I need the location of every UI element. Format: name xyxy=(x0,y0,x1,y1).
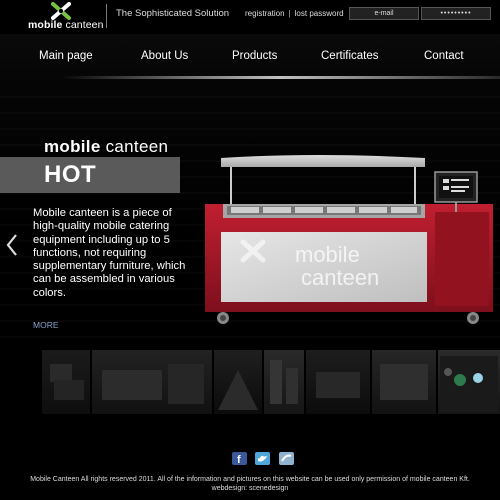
logo-mark-icon xyxy=(51,2,71,20)
thumbnail-3[interactable] xyxy=(214,350,262,414)
thumbnail-1-image xyxy=(50,364,84,400)
thumbnail-2-image xyxy=(102,364,204,404)
thumbnail-5[interactable] xyxy=(306,350,370,414)
facebook-glyph-icon: f xyxy=(237,454,241,466)
svg-text:f: f xyxy=(237,454,241,465)
tagline: The Sophisticated Solution xyxy=(116,8,230,19)
registration-link[interactable]: registration xyxy=(245,9,285,18)
panel-logo-line1: mobile xyxy=(295,242,360,267)
account-links: registration | lost password xyxy=(245,9,344,18)
main-nav: Main page About Us Products Certificates… xyxy=(0,34,500,82)
share-icon[interactable] xyxy=(279,452,294,465)
mobile-canteen-illustration: mobile canteen xyxy=(205,155,493,324)
footer: Mobile Canteen All rights reserved 2011.… xyxy=(0,475,500,493)
hot-badge: HOT xyxy=(44,161,97,188)
hero-description: Mobile canteen is a piece of high-qualit… xyxy=(33,207,186,299)
thumbnail-2[interactable] xyxy=(92,350,212,414)
thumbnail-strip xyxy=(0,347,500,417)
footer-credits: webdesign: scenedesign xyxy=(211,485,289,492)
product-image-mobile-canteen: mobile canteen xyxy=(203,152,498,327)
facebook-icon[interactable]: f xyxy=(232,452,247,466)
logo-text-light: canteen xyxy=(62,19,104,31)
thumbnail-1[interactable] xyxy=(42,350,90,414)
nav-item-products[interactable]: Products xyxy=(232,50,277,62)
thumbnail-3-image xyxy=(218,370,258,410)
thumbnail-6-image xyxy=(380,364,428,400)
header-divider xyxy=(106,4,107,28)
top-bar: mobile canteen The Sophisticated Solutio… xyxy=(0,0,500,34)
thumbnail-6[interactable] xyxy=(372,350,436,414)
panel-logo-line2: canteen xyxy=(301,265,379,290)
thumbnail-5-image xyxy=(316,372,360,398)
email-field[interactable]: e-mail xyxy=(349,7,419,20)
twitter-icon[interactable] xyxy=(255,452,270,465)
logo-text: mobile canteen xyxy=(28,19,104,31)
password-field[interactable]: ••••••••• xyxy=(421,7,491,20)
hero-title-bold: mobile xyxy=(44,137,101,156)
account-link-separator: | xyxy=(288,9,291,18)
hero-title-light: canteen xyxy=(100,137,169,156)
nav-sheen-divider xyxy=(60,76,500,79)
twitter-glyph-icon xyxy=(258,455,267,462)
nav-item-certificates[interactable]: Certificates xyxy=(321,50,379,62)
logo[interactable]: mobile canteen xyxy=(26,2,103,32)
thumbnail-4[interactable] xyxy=(264,350,304,414)
thumbnail-7-image xyxy=(440,356,498,412)
more-link[interactable]: MORE xyxy=(33,320,59,330)
nav-item-main-page[interactable]: Main page xyxy=(39,50,93,62)
logo-text-bold: mobile xyxy=(28,19,63,31)
hero-slider: mobile canteen HOT Mobile canteen is a p… xyxy=(0,82,500,347)
hero-title: mobile canteen xyxy=(44,137,168,157)
share-glyph-icon xyxy=(281,454,292,462)
thumbnail-7[interactable] xyxy=(438,350,500,414)
footer-copyright: Mobile Canteen All rights reserved 2011.… xyxy=(30,476,470,483)
nav-item-contact[interactable]: Contact xyxy=(424,50,464,62)
lost-password-link[interactable]: lost password xyxy=(295,9,344,18)
nav-item-about-us[interactable]: About Us xyxy=(141,50,188,62)
previous-slide-arrow-icon[interactable] xyxy=(5,232,19,258)
thumbnail-4-image xyxy=(270,360,298,404)
